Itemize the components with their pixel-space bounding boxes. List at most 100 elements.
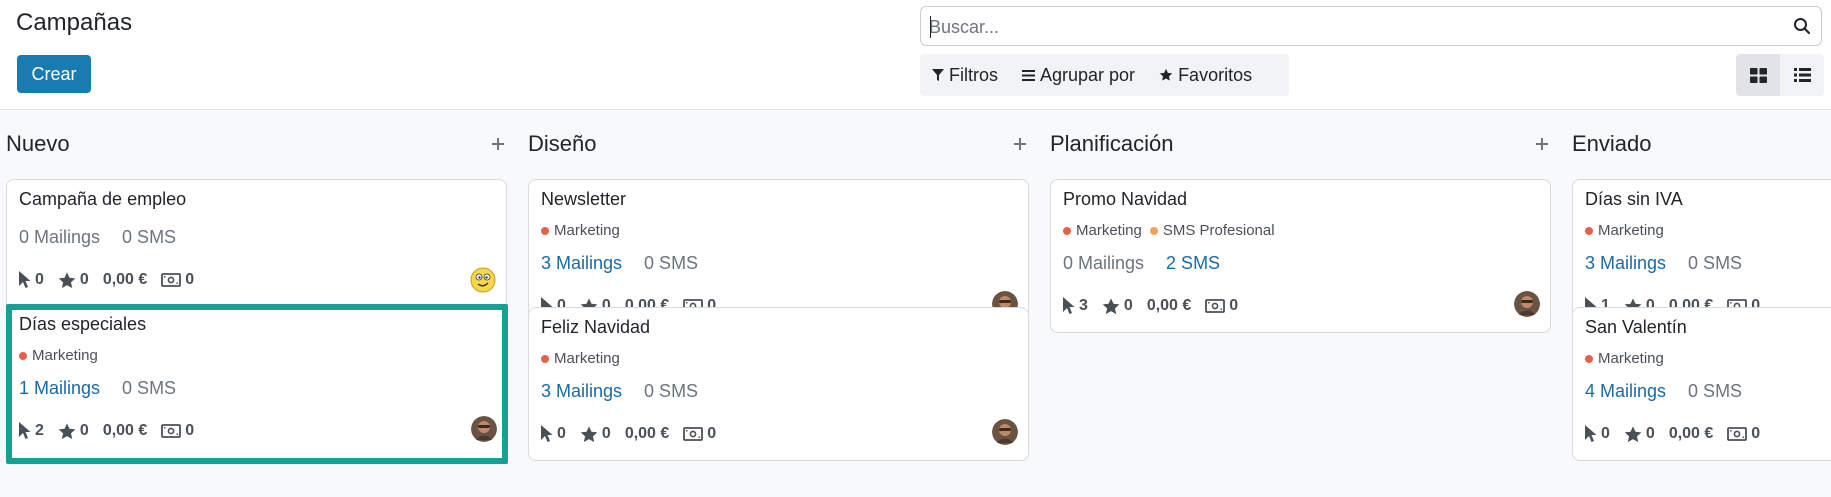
tag-list: Marketing	[541, 350, 628, 367]
kanban-column: Enviado Días sin IVA Marketing 3 Mailings 0 …	[1566, 111, 1831, 461]
revenue-stat-value: 0,00 €	[624, 425, 670, 442]
column-header: Diseño	[522, 111, 1029, 179]
favorites-dropdown[interactable]: Favoritos	[1159, 65, 1252, 86]
campaign-card[interactable]: San Valentín Marketing 4 Mailings 0 SMS 0 0 0,…	[1572, 307, 1831, 461]
sms-count: 0 SMS	[122, 227, 177, 247]
stars-stat-value: 0	[1123, 297, 1133, 314]
sms-count[interactable]: 2 SMS	[1166, 253, 1220, 274]
tag-list: Marketing	[19, 347, 106, 364]
money-icon	[683, 427, 704, 441]
filters-dropdown[interactable]: Filtros	[932, 65, 998, 86]
tag: Marketing	[541, 222, 620, 239]
card-title: San Valentín	[1585, 317, 1687, 337]
money-stat: 0	[1205, 297, 1238, 315]
money-stat: 0	[161, 271, 194, 289]
tag-color-dot	[541, 354, 549, 363]
mailings-count[interactable]: 3 Mailings	[541, 381, 622, 402]
column-header: Nuevo	[0, 111, 507, 179]
search-input[interactable]	[929, 15, 1769, 39]
kanban-column: Diseño Newsletter Marketing 3 Mailings 0 SMS…	[522, 111, 1029, 461]
money-icon	[161, 424, 182, 438]
kanban-board: Nuevo Campaña de empleo 0 Mailings 0 SMS 0 0 0…	[0, 111, 1831, 497]
search-icon[interactable]	[1793, 17, 1811, 35]
tag: Marketing	[19, 347, 98, 364]
card-title: Días especiales	[19, 314, 147, 334]
filters-label: Filtros	[949, 64, 998, 85]
clicks-stat: 2	[19, 422, 44, 440]
revenue-stat: 0,00 €	[103, 271, 147, 289]
money-stat-value: 0	[1229, 297, 1239, 314]
tag-color-dot	[1063, 226, 1071, 235]
add-card-icon[interactable]	[1533, 135, 1551, 153]
control-panel: Campañas Crear Filtros Agrupar por Favor…	[0, 0, 1831, 110]
campaign-card[interactable]: Días especiales Marketing 1 Mailings 0 SMS 2…	[6, 304, 508, 464]
text-cursor	[930, 16, 931, 38]
money-icon	[1205, 299, 1226, 313]
mailings-count[interactable]: 4 Mailings	[1585, 381, 1666, 402]
grid-icon	[1749, 67, 1767, 83]
cursor-icon	[19, 271, 31, 288]
tag-color-dot	[541, 226, 549, 235]
smiley-avatar-icon[interactable]	[470, 267, 496, 293]
column-header: Planificación	[1044, 111, 1551, 179]
money-stat-value: 0	[1751, 425, 1761, 442]
star-icon	[580, 425, 598, 442]
clicks-stat: 0	[541, 425, 566, 443]
star-icon	[1624, 425, 1642, 442]
stars-stat-value: 0	[79, 422, 89, 439]
money-stat: 0	[161, 422, 194, 440]
view-switcher	[1736, 54, 1824, 96]
tag-list: Marketing	[541, 222, 628, 239]
campaign-card[interactable]: Promo Navidad Marketing SMS Profesional 0 M…	[1050, 179, 1551, 333]
card-title: Días sin IVA	[1585, 189, 1683, 209]
mailing-counts: 0 Mailings 0 SMS	[19, 227, 198, 248]
tag-label: Marketing	[554, 350, 620, 367]
star-icon	[58, 422, 76, 439]
money-stat-value: 0	[185, 422, 195, 439]
revenue-stat: 0,00 €	[1669, 425, 1713, 443]
column-title: Planificación	[1050, 131, 1174, 156]
user-avatar[interactable]	[1514, 291, 1540, 317]
search-box[interactable]	[920, 6, 1822, 46]
column-title: Diseño	[528, 131, 597, 156]
mailings-count[interactable]: 3 Mailings	[1585, 253, 1666, 274]
stars-stat: 0	[1102, 297, 1133, 315]
stars-stat: 0	[580, 425, 611, 443]
card-title: Promo Navidad	[1063, 189, 1188, 209]
mailings-count[interactable]: 3 Mailings	[541, 253, 622, 274]
sms-count: 0 SMS	[1688, 381, 1743, 401]
stars-stat-value: 0	[601, 425, 611, 442]
clicks-stat-value: 3	[1079, 297, 1088, 314]
mailings-count[interactable]: 1 Mailings	[19, 378, 100, 399]
sms-count: 0 SMS	[644, 381, 699, 401]
tag-label: Marketing	[1598, 350, 1664, 367]
tag: Marketing	[1063, 222, 1142, 239]
page-title: Campañas	[16, 9, 133, 36]
add-card-icon[interactable]	[1011, 135, 1029, 153]
add-card-icon[interactable]	[489, 135, 507, 153]
user-avatar[interactable]	[471, 416, 497, 442]
user-avatar[interactable]	[992, 419, 1018, 445]
tag: Marketing	[541, 350, 620, 367]
tag-label: SMS Profesional	[1162, 222, 1275, 239]
kanban-view-button[interactable]	[1736, 54, 1780, 96]
money-stat-value: 0	[707, 425, 717, 442]
favorites-label: Favoritos	[1178, 64, 1253, 85]
list-icon	[1793, 68, 1811, 82]
clicks-stat-value: 0	[557, 425, 566, 442]
tag: Marketing	[1585, 222, 1664, 239]
money-stat: 0	[683, 425, 716, 443]
campaign-card[interactable]: Feliz Navidad Marketing 3 Mailings 0 SMS 0 0 0…	[528, 307, 1029, 461]
cursor-icon	[1063, 297, 1075, 314]
create-button[interactable]: Crear	[17, 55, 91, 93]
tag: SMS Profesional	[1149, 222, 1275, 239]
group-by-dropdown[interactable]: Agrupar por	[1022, 65, 1135, 86]
card-title: Campaña de empleo	[19, 189, 187, 209]
cursor-icon	[19, 422, 31, 439]
search-options-bar: Filtros Agrupar por Favoritos	[920, 54, 1289, 96]
filter-icon	[932, 69, 944, 81]
list-view-button[interactable]	[1780, 54, 1824, 96]
clicks-stat: 0	[19, 271, 44, 289]
column-title: Nuevo	[6, 131, 70, 156]
money-icon	[1727, 427, 1748, 441]
